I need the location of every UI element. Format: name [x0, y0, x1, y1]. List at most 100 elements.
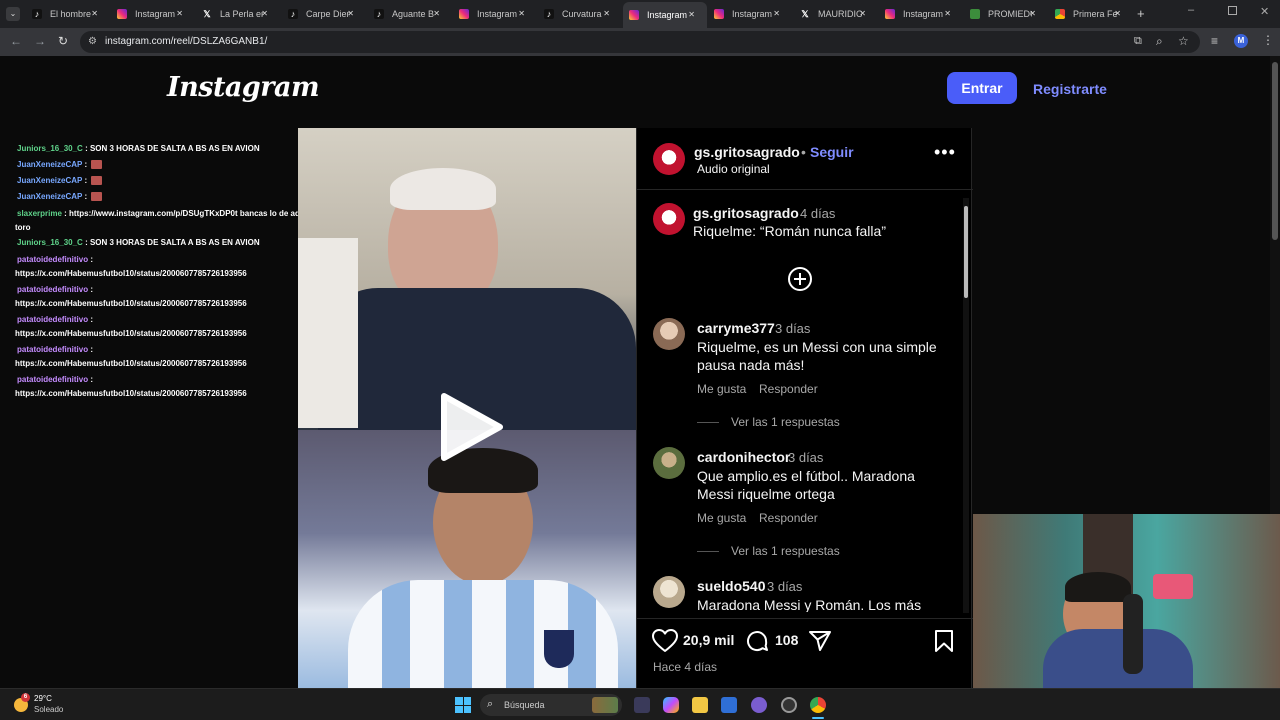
- store-icon[interactable]: [721, 697, 737, 713]
- zoom-icon[interactable]: ⌕: [1156, 34, 1163, 49]
- comment-reply-button[interactable]: Responder: [759, 511, 818, 525]
- comment-username[interactable]: sueldo540: [697, 578, 765, 594]
- browser-tab[interactable]: Instagram ✕: [712, 4, 790, 24]
- site-info-icon[interactable]: ⚙: [88, 36, 97, 47]
- new-tab-icon[interactable]: +: [1137, 6, 1145, 21]
- login-button[interactable]: Entrar: [947, 72, 1017, 104]
- tab-close-icon[interactable]: ✕: [91, 9, 98, 18]
- tab-label: Primera Fe: [1073, 9, 1117, 19]
- audio-link[interactable]: Audio original: [697, 162, 770, 176]
- comment-icon[interactable]: [745, 629, 769, 653]
- caption-username[interactable]: gs.gritosagrado: [693, 205, 799, 221]
- chat-text: :: [90, 375, 94, 384]
- close-window-icon[interactable]: ✕: [1260, 5, 1269, 18]
- browser-tab[interactable]: ♪ Curvatura ✕: [542, 4, 620, 24]
- instagram-logo[interactable]: Instagram: [167, 72, 320, 103]
- profile-avatar[interactable]: M: [1234, 34, 1248, 48]
- commenter-avatar[interactable]: [653, 318, 685, 350]
- browser-tab[interactable]: ♪ Carpe Diem ✕: [286, 4, 364, 24]
- comments-count[interactable]: 108: [775, 632, 798, 648]
- comment-like-button[interactable]: Me gusta: [697, 382, 746, 396]
- start-button[interactable]: [455, 697, 471, 713]
- back-icon[interactable]: ←: [10, 34, 22, 48]
- commenter-avatar[interactable]: [653, 447, 685, 479]
- x-icon: 𝕏: [801, 9, 809, 19]
- discord-icon[interactable]: [751, 697, 767, 713]
- caption-avatar[interactable]: [653, 203, 685, 235]
- tab-close-icon[interactable]: ✕: [944, 9, 951, 18]
- browser-tab[interactable]: ♪ El hombre ✕: [30, 4, 108, 24]
- share-icon[interactable]: [808, 629, 832, 653]
- tab-label: Instagram: [903, 9, 944, 19]
- tiktok-icon: ♪: [32, 9, 42, 19]
- caption-time: 4 días: [800, 206, 836, 221]
- browser-tab[interactable]: 𝕏 La Perla en ✕: [200, 4, 278, 24]
- copilot-icon[interactable]: [663, 697, 679, 713]
- signup-link[interactable]: Registrarte: [1033, 81, 1107, 97]
- comment-reply-button[interactable]: Responder: [759, 382, 818, 396]
- tab-close-icon[interactable]: ✕: [176, 9, 183, 18]
- chrome-icon[interactable]: [810, 697, 826, 713]
- file-explorer-icon[interactable]: [692, 697, 708, 713]
- more-options-icon[interactable]: •••: [934, 142, 956, 163]
- browser-tab[interactable]: Instagram ✕: [457, 4, 535, 24]
- reload-icon[interactable]: ↻: [58, 34, 68, 48]
- chat-text: https://x.com/Habemusfutbol10/status/200…: [15, 359, 247, 368]
- tab-close-icon[interactable]: ✕: [859, 9, 866, 18]
- author-username[interactable]: gs.gritosagrado: [694, 144, 800, 160]
- tab-close-icon[interactable]: ✕: [347, 9, 354, 18]
- likes-count[interactable]: 20,9 mil: [683, 632, 734, 648]
- tab-close-icon[interactable]: ✕: [1029, 9, 1036, 18]
- load-more-comments-icon[interactable]: [787, 266, 813, 292]
- author-avatar[interactable]: [653, 143, 685, 175]
- tab-close-icon[interactable]: ✕: [688, 10, 695, 19]
- url-field[interactable]: ⚙ instagram.com/reel/DSLZA6GANB1/ ⧉ ⌕ ☆: [80, 31, 1200, 53]
- tiktok-icon: ♪: [288, 9, 298, 19]
- view-replies-button[interactable]: Ver las 1 respuestas: [697, 544, 840, 558]
- chat-message: JuanXeneizeCAP :: [17, 160, 103, 170]
- reading-list-icon[interactable]: ≡: [1211, 34, 1218, 48]
- tab-close-icon[interactable]: ✕: [1114, 9, 1121, 18]
- view-replies-button[interactable]: Ver las 1 respuestas: [697, 415, 840, 429]
- chat-username: JuanXeneizeCAP: [17, 192, 83, 201]
- browser-tab[interactable]: 𝕏 MAURIDIO ✕: [798, 4, 876, 24]
- play-icon[interactable]: [438, 392, 506, 462]
- chat-username: patatoidedefinitivo: [17, 255, 89, 264]
- instagram-icon: [885, 9, 895, 19]
- browser-menu-icon[interactable]: ⋮: [1262, 33, 1274, 47]
- chat-message: JuanXeneizeCAP :: [17, 176, 103, 186]
- comments-scroll-thumb[interactable]: [964, 206, 968, 298]
- minimize-icon[interactable]: –: [1188, 4, 1194, 16]
- browser-tab[interactable]: Instagram ✕: [115, 4, 193, 24]
- comment-like-button[interactable]: Me gusta: [697, 511, 746, 525]
- obs-icon[interactable]: [781, 697, 797, 713]
- task-view-icon[interactable]: [634, 697, 650, 713]
- bookmark-star-icon[interactable]: ☆: [1178, 34, 1189, 48]
- video-frame-top: [298, 128, 636, 430]
- tab-close-icon[interactable]: ✕: [773, 9, 780, 18]
- tab-label: PROMIEDO: [988, 9, 1032, 19]
- weather-widget[interactable]: 6 29°C Soleado: [12, 693, 92, 717]
- like-heart-icon[interactable]: [652, 629, 678, 653]
- tab-close-icon[interactable]: ✕: [603, 9, 610, 18]
- tab-close-icon[interactable]: ✕: [518, 9, 525, 18]
- install-app-icon[interactable]: ⧉: [1134, 35, 1142, 48]
- browser-tab[interactable]: Instagram ✕: [883, 4, 961, 24]
- browser-tab[interactable]: ♪ Aguante B ✕: [372, 4, 450, 24]
- commenter-avatar[interactable]: [653, 576, 685, 608]
- browser-tab[interactable]: PROMIEDO✕: [968, 4, 1046, 24]
- follow-link[interactable]: Seguir: [810, 144, 854, 160]
- comment-username[interactable]: carryme377: [697, 320, 775, 336]
- browser-tab[interactable]: Instagram ✕: [623, 2, 707, 28]
- taskbar-search[interactable]: ⌕ Búsqueda: [480, 694, 622, 716]
- chat-text: https://x.com/Habemusfutbol10/status/200…: [15, 389, 247, 398]
- tab-close-icon[interactable]: ✕: [261, 9, 268, 18]
- forward-icon[interactable]: →: [34, 34, 46, 48]
- browser-tab[interactable]: Primera Fe ✕: [1053, 4, 1131, 24]
- save-bookmark-icon[interactable]: [934, 629, 954, 653]
- maximize-icon[interactable]: [1228, 6, 1237, 15]
- instagram-icon: [714, 9, 724, 19]
- tab-search-icon[interactable]: ⌄: [6, 7, 20, 21]
- tab-close-icon[interactable]: ✕: [433, 9, 440, 18]
- comment-username[interactable]: cardonihector: [697, 449, 790, 465]
